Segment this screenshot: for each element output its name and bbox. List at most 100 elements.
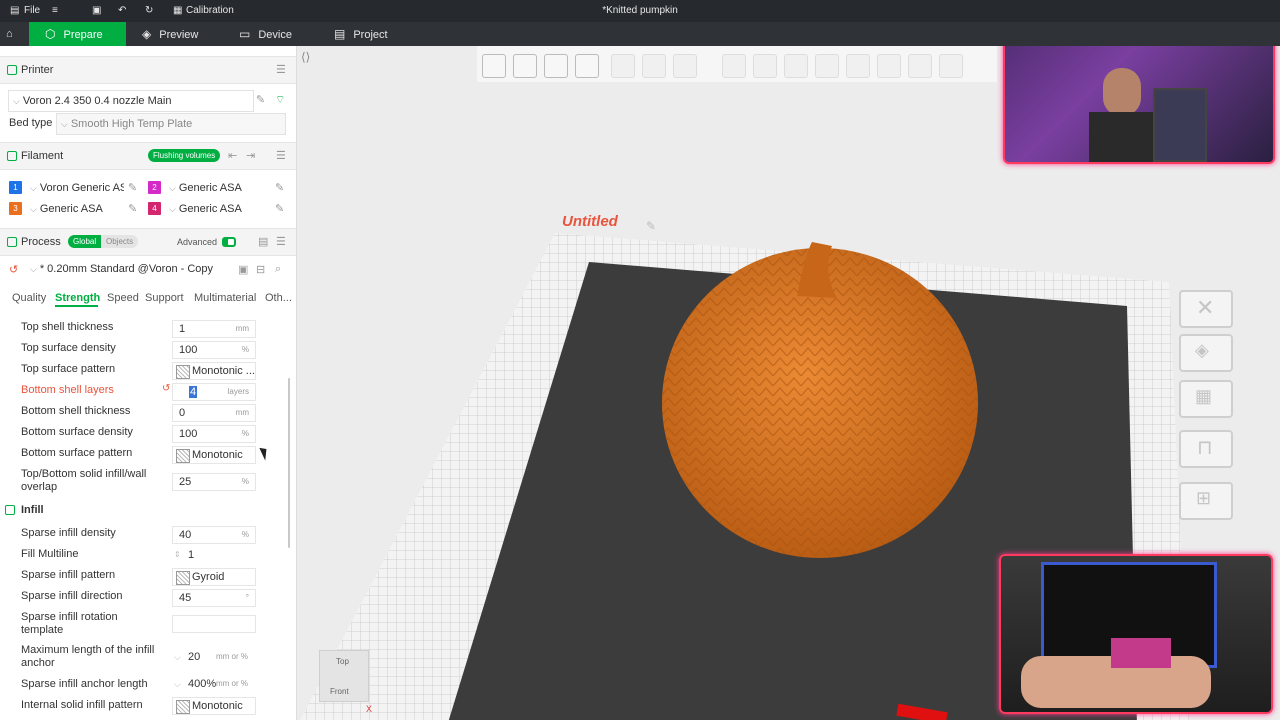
tab-preview[interactable]: ◈ Preview xyxy=(142,22,222,46)
reset-value-icon[interactable]: ↺ xyxy=(162,383,170,394)
sparse-infill-direction-input[interactable]: 45 ° xyxy=(172,589,256,607)
unit-layers: layers xyxy=(227,387,249,396)
fill-multiline-stepper[interactable]: ⇕ 1 xyxy=(172,547,254,563)
printer-part-magenta xyxy=(1111,638,1171,668)
remove-filament-icon[interactable]: ⇥ xyxy=(246,143,255,169)
chevron-down-icon: ⌵ xyxy=(174,652,181,662)
bottom-shell-thickness-input[interactable]: 0 mm xyxy=(172,404,256,422)
internal-solid-pattern-select[interactable]: Monotonic xyxy=(172,697,256,715)
search-icon[interactable]: ⌕ xyxy=(275,263,281,276)
tab-project-label: Project xyxy=(353,29,388,41)
bottom-shell-thickness-value: 0 xyxy=(179,407,186,419)
anchor-length-label: Sparse infill anchor length xyxy=(21,678,148,690)
reset-icon[interactable]: ↺ xyxy=(9,263,18,276)
add-filament-icon[interactable]: ⇤ xyxy=(228,143,237,169)
unit-percent: % xyxy=(241,345,249,354)
bed-type-select[interactable]: ⌵ Smooth High Temp Plate xyxy=(56,113,286,135)
arrange-plate-button[interactable]: ▦ xyxy=(1179,380,1233,418)
flushing-volumes-button[interactable]: Flushing volumes xyxy=(148,149,221,162)
auto-orient-plate-button[interactable]: ◈ xyxy=(1179,334,1233,372)
view-cube-top[interactable]: Top xyxy=(336,657,349,666)
tab-support[interactable]: Support xyxy=(145,291,184,305)
max-anchor-value: 20 xyxy=(188,651,201,663)
settings-scrollbar[interactable] xyxy=(288,378,290,548)
tab-device-label: Device xyxy=(258,29,292,41)
tab-quality[interactable]: Quality xyxy=(12,291,46,305)
top-shell-thickness-input[interactable]: 1 mm xyxy=(172,320,256,338)
filament-section-header: Filament Flushing volumes ⇤ ⇥ ☰ xyxy=(0,142,296,170)
global-toggle[interactable]: Global xyxy=(68,235,102,248)
edit-filament-3-icon[interactable]: ✎ xyxy=(128,202,137,215)
overlap-input[interactable]: 25% xyxy=(172,473,256,491)
process-preset-select[interactable]: ⌵ * 0.20mm Standard @Voron - Copy xyxy=(26,259,234,279)
delete-plate-button[interactable]: ✕ xyxy=(1179,290,1233,328)
bottom-shell-layers-input[interactable]: 4 layers xyxy=(172,383,256,401)
rotation-template-input[interactable] xyxy=(172,615,256,633)
tab-multimaterial[interactable]: Multimaterial xyxy=(194,291,256,305)
top-surface-density-input[interactable]: 100% xyxy=(172,341,256,359)
filament-settings-icon[interactable]: ☰ xyxy=(276,143,286,169)
printer-settings-icon[interactable]: ☰ xyxy=(276,57,286,83)
filament-slot-4-number[interactable]: 4 xyxy=(148,202,161,215)
tab-strength[interactable]: Strength xyxy=(55,291,100,305)
tab-prepare-label: Prepare xyxy=(63,29,103,41)
internal-solid-pattern-label: Internal solid infill pattern xyxy=(21,699,143,711)
monotonic-pattern-icon xyxy=(176,449,190,463)
edit-plate-name-icon[interactable]: ✎ xyxy=(646,219,656,233)
tab-device[interactable]: ▭ Device xyxy=(239,22,309,46)
tab-others[interactable]: Oth... xyxy=(265,291,292,305)
overlap-label-line2: overlap xyxy=(21,481,58,493)
lock-plate-button[interactable]: ⊓ xyxy=(1179,430,1233,468)
tab-preview-label: Preview xyxy=(159,29,199,41)
tab-project[interactable]: ▤ Project xyxy=(334,22,404,46)
process-icon xyxy=(7,237,17,247)
view-cube-front[interactable]: Front xyxy=(330,687,349,696)
process-settings-icon[interactable]: ☰ xyxy=(276,229,286,255)
sparse-infill-density-input[interactable]: 40% xyxy=(172,526,256,544)
unit-mm: mm xyxy=(235,324,249,333)
compare-icon[interactable]: ▤ xyxy=(258,229,268,255)
max-anchor-input[interactable]: ⌵ 20 mm or % xyxy=(172,649,254,665)
collapse-icon[interactable]: ⊟ xyxy=(256,263,265,276)
edit-filament-2-icon[interactable]: ✎ xyxy=(275,181,284,194)
filament-slot-3-number[interactable]: 3 xyxy=(9,202,22,215)
plate-name[interactable]: Untitled xyxy=(562,213,618,230)
edit-printer-icon[interactable]: ✎ xyxy=(256,93,265,106)
bottom-surface-density-input[interactable]: 100% xyxy=(172,425,256,443)
bed-type-value: Smooth High Temp Plate xyxy=(70,118,193,130)
top-shell-thickness-value: 1 xyxy=(179,323,186,335)
tab-speed[interactable]: Speed xyxy=(107,291,139,305)
edit-filament-1-icon[interactable]: ✎ xyxy=(128,181,137,194)
3d-viewport[interactable]: ⟨⟩ Untitled ✎ ✕ ◈ ▦ ⊓ ⊞ Top Front X xyxy=(297,46,1280,720)
filament-slot-2-number[interactable]: 2 xyxy=(148,181,161,194)
bottom-surface-pattern-select[interactable]: Monotonic xyxy=(172,446,256,464)
anchor-length-input[interactable]: ⌵ 400% mm or % xyxy=(172,676,254,692)
view-cube[interactable]: Top Front xyxy=(319,650,369,702)
top-surface-pattern-select[interactable]: Monotonic ... xyxy=(172,362,256,380)
rotation-template-label-line1: Sparse infill rotation xyxy=(21,611,118,623)
filament-slot-1-number[interactable]: 1 xyxy=(9,181,22,194)
edit-filament-4-icon[interactable]: ✎ xyxy=(275,202,284,215)
printer-select[interactable]: ⌵ Voron 2.4 350 0.4 nozzle Main xyxy=(8,90,254,112)
filament-slot-3-name: Generic ASA xyxy=(39,203,103,215)
filament-slot-1-select[interactable]: ⌵Voron Generic AS... xyxy=(26,178,124,198)
sparse-infill-pattern-select[interactable]: Gyroid xyxy=(172,568,256,586)
tab-prepare[interactable]: ⬡ Prepare xyxy=(29,22,126,46)
objects-toggle[interactable]: Objects xyxy=(101,235,139,248)
top-surface-density-label: Top surface density xyxy=(21,342,116,354)
save-preset-icon[interactable]: ▣ xyxy=(238,263,248,276)
plate-settings-button[interactable]: ⊞ xyxy=(1179,482,1233,520)
filament-slot-2-select[interactable]: ⌵ Generic ASA xyxy=(165,178,267,198)
fill-multiline-value: 1 xyxy=(188,549,195,561)
filament-slot-4-select[interactable]: ⌵ Generic ASA xyxy=(165,199,267,219)
printer-section-title: Printer xyxy=(21,64,54,76)
arrange-plate-icon: ▦ xyxy=(1195,386,1213,406)
wifi-icon[interactable]: ⌔ xyxy=(275,93,285,107)
advanced-toggle[interactable] xyxy=(222,237,236,247)
home-icon[interactable]: ⌂ xyxy=(6,22,22,46)
chevron-down-icon: ⌵ xyxy=(13,96,20,106)
filament-slot-1-name: Voron Generic AS... xyxy=(39,182,124,194)
filament-slot-3-select[interactable]: ⌵ Generic ASA xyxy=(26,199,124,219)
process-preset-value: * 0.20mm Standard @Voron - Copy xyxy=(39,263,214,275)
max-anchor-label-line1: Maximum length of the infill xyxy=(21,644,155,656)
